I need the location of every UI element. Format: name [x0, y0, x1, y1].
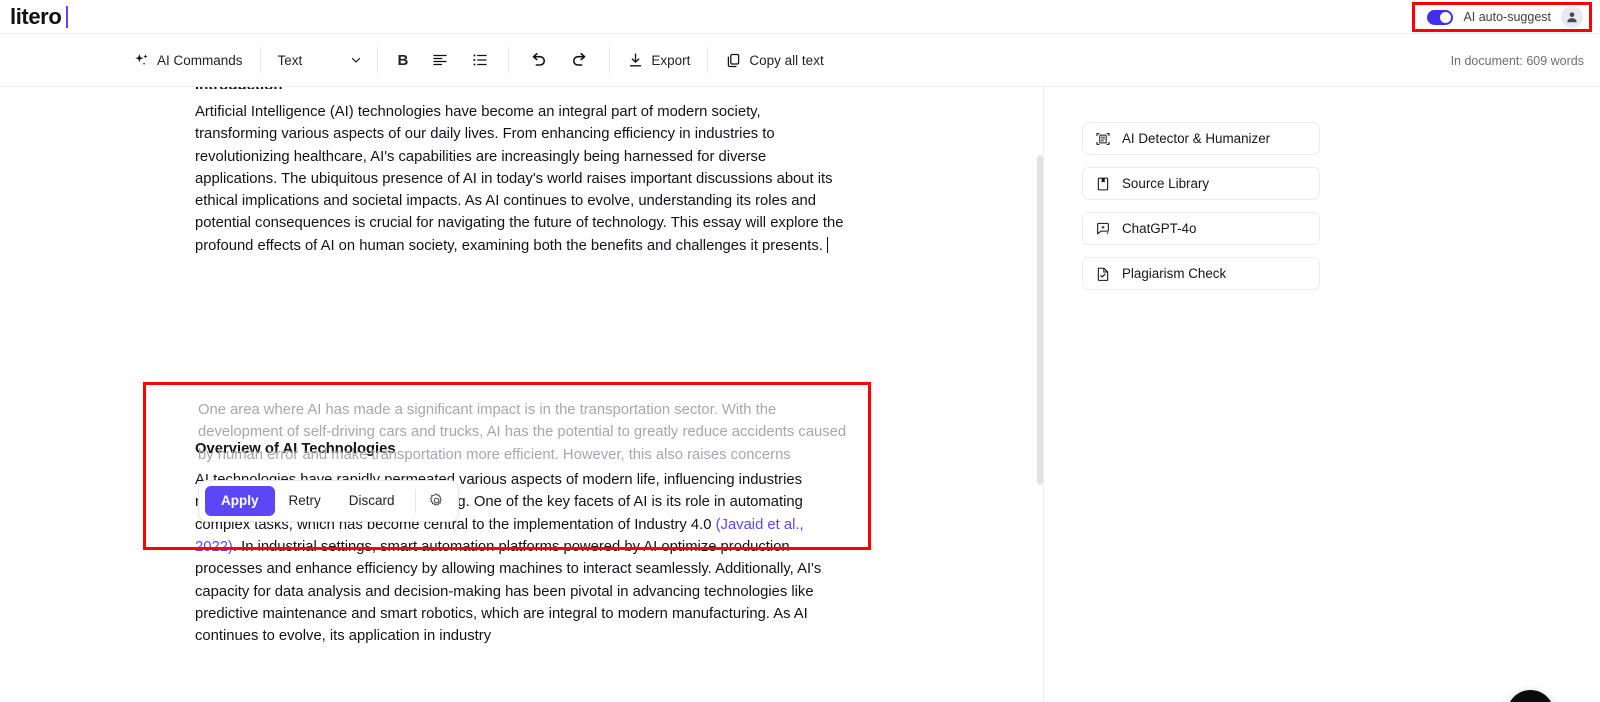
- avatar[interactable]: [1561, 6, 1583, 28]
- app-logo[interactable]: litero: [10, 3, 69, 30]
- download-icon: [630, 52, 642, 66]
- toolbar-divider: [508, 47, 510, 73]
- sidebar-item-chatgpt-4o[interactable]: ChatGPT-4o: [1082, 212, 1320, 245]
- workspace: Introduction Artificial Intelligence (AI…: [0, 87, 1600, 702]
- actions-divider: [414, 488, 416, 513]
- ai-suggestion-text: One area where AI has made a significant…: [198, 402, 847, 463]
- redo-icon: [573, 52, 586, 66]
- app-logo-text: litero: [10, 3, 62, 29]
- ai-autosuggest-label: AI auto-suggest: [1463, 10, 1551, 24]
- toolbar-divider: [707, 47, 709, 73]
- ai-autosuggest-region: AI auto-suggest: [1412, 2, 1592, 32]
- book-icon: [1097, 177, 1109, 190]
- align-left-icon: [433, 54, 448, 66]
- undo-icon: [533, 52, 546, 66]
- sidebar-item-label: ChatGPT-4o: [1122, 221, 1197, 236]
- word-count: In document: 609 words: [1450, 53, 1584, 68]
- ai-commands-button[interactable]: AI Commands: [124, 44, 252, 76]
- heading-introduction: Introduction: [195, 87, 845, 89]
- ai-suggestion-actions: Apply Retry Discard: [198, 479, 459, 522]
- tool-list: AI Detector & Humanizer Source Library C…: [1082, 122, 1320, 302]
- bulleted-list-button[interactable]: [460, 44, 500, 76]
- logo-caret: [66, 5, 69, 28]
- suggestion-settings-button[interactable]: [422, 486, 452, 516]
- paragraph-introduction: Artificial Intelligence (AI) technologie…: [195, 101, 845, 257]
- sparkles-icon: [135, 53, 148, 65]
- toolbar-divider: [376, 47, 378, 73]
- align-left-button[interactable]: [420, 44, 460, 76]
- ai-suggestion-block: One area where AI has made a significant…: [143, 382, 871, 550]
- top-bar: litero AI auto-suggest: [0, 0, 1600, 34]
- ai-commands-label: AI Commands: [157, 52, 243, 68]
- discard-button[interactable]: Discard: [335, 486, 409, 516]
- redo-button[interactable]: [559, 44, 601, 76]
- sidebar-item-ai-detector-humanizer[interactable]: AI Detector & Humanizer: [1082, 122, 1320, 155]
- toolbar-divider: [259, 47, 261, 73]
- sidebar-item-label: Source Library: [1122, 176, 1210, 191]
- ai-autosuggest-toggle[interactable]: [1427, 9, 1454, 25]
- sidebar-item-label: Plagiarism Check: [1122, 266, 1227, 281]
- chevron-down-icon: [351, 57, 360, 63]
- user-avatar-icon: [1567, 12, 1577, 23]
- bulleted-list-icon: [473, 54, 488, 66]
- copy-all-text-button[interactable]: Copy all text: [716, 44, 832, 76]
- text-style-select[interactable]: Text: [269, 44, 369, 76]
- copy-all-text-label: Copy all text: [749, 52, 824, 68]
- sidebar-item-label: AI Detector & Humanizer: [1122, 131, 1271, 146]
- ai-detector-icon: [1096, 132, 1110, 145]
- right-panel: AI Detector & Humanizer Source Library C…: [1044, 87, 1600, 702]
- paragraph-overview-part2: . In industrial settings, smart automati…: [195, 538, 822, 645]
- sidebar-item-plagiarism-check[interactable]: Plagiarism Check: [1082, 257, 1320, 290]
- text-style-value: Text: [277, 52, 303, 68]
- editor-toolbar: AI Commands Text B Export Copy all text …: [0, 34, 1600, 87]
- text-cursor: [826, 236, 829, 253]
- paragraph-introduction-text: Artificial Intelligence (AI) technologie…: [195, 104, 844, 254]
- document-check-icon: [1097, 267, 1109, 281]
- chat-sparkle-icon: [1097, 222, 1109, 234]
- sidebar-item-source-library[interactable]: Source Library: [1082, 167, 1320, 200]
- retry-button[interactable]: Retry: [275, 486, 335, 516]
- export-button[interactable]: Export: [618, 44, 699, 76]
- bold-label: B: [397, 51, 409, 69]
- bold-button[interactable]: B: [386, 44, 421, 76]
- apply-button[interactable]: Apply: [205, 485, 275, 516]
- toggle-knob: [1440, 11, 1452, 23]
- export-label: Export: [651, 52, 691, 68]
- undo-button[interactable]: [517, 44, 559, 76]
- copy-icon: [728, 53, 740, 67]
- gear-icon: [429, 493, 442, 507]
- toolbar-divider: [609, 47, 611, 73]
